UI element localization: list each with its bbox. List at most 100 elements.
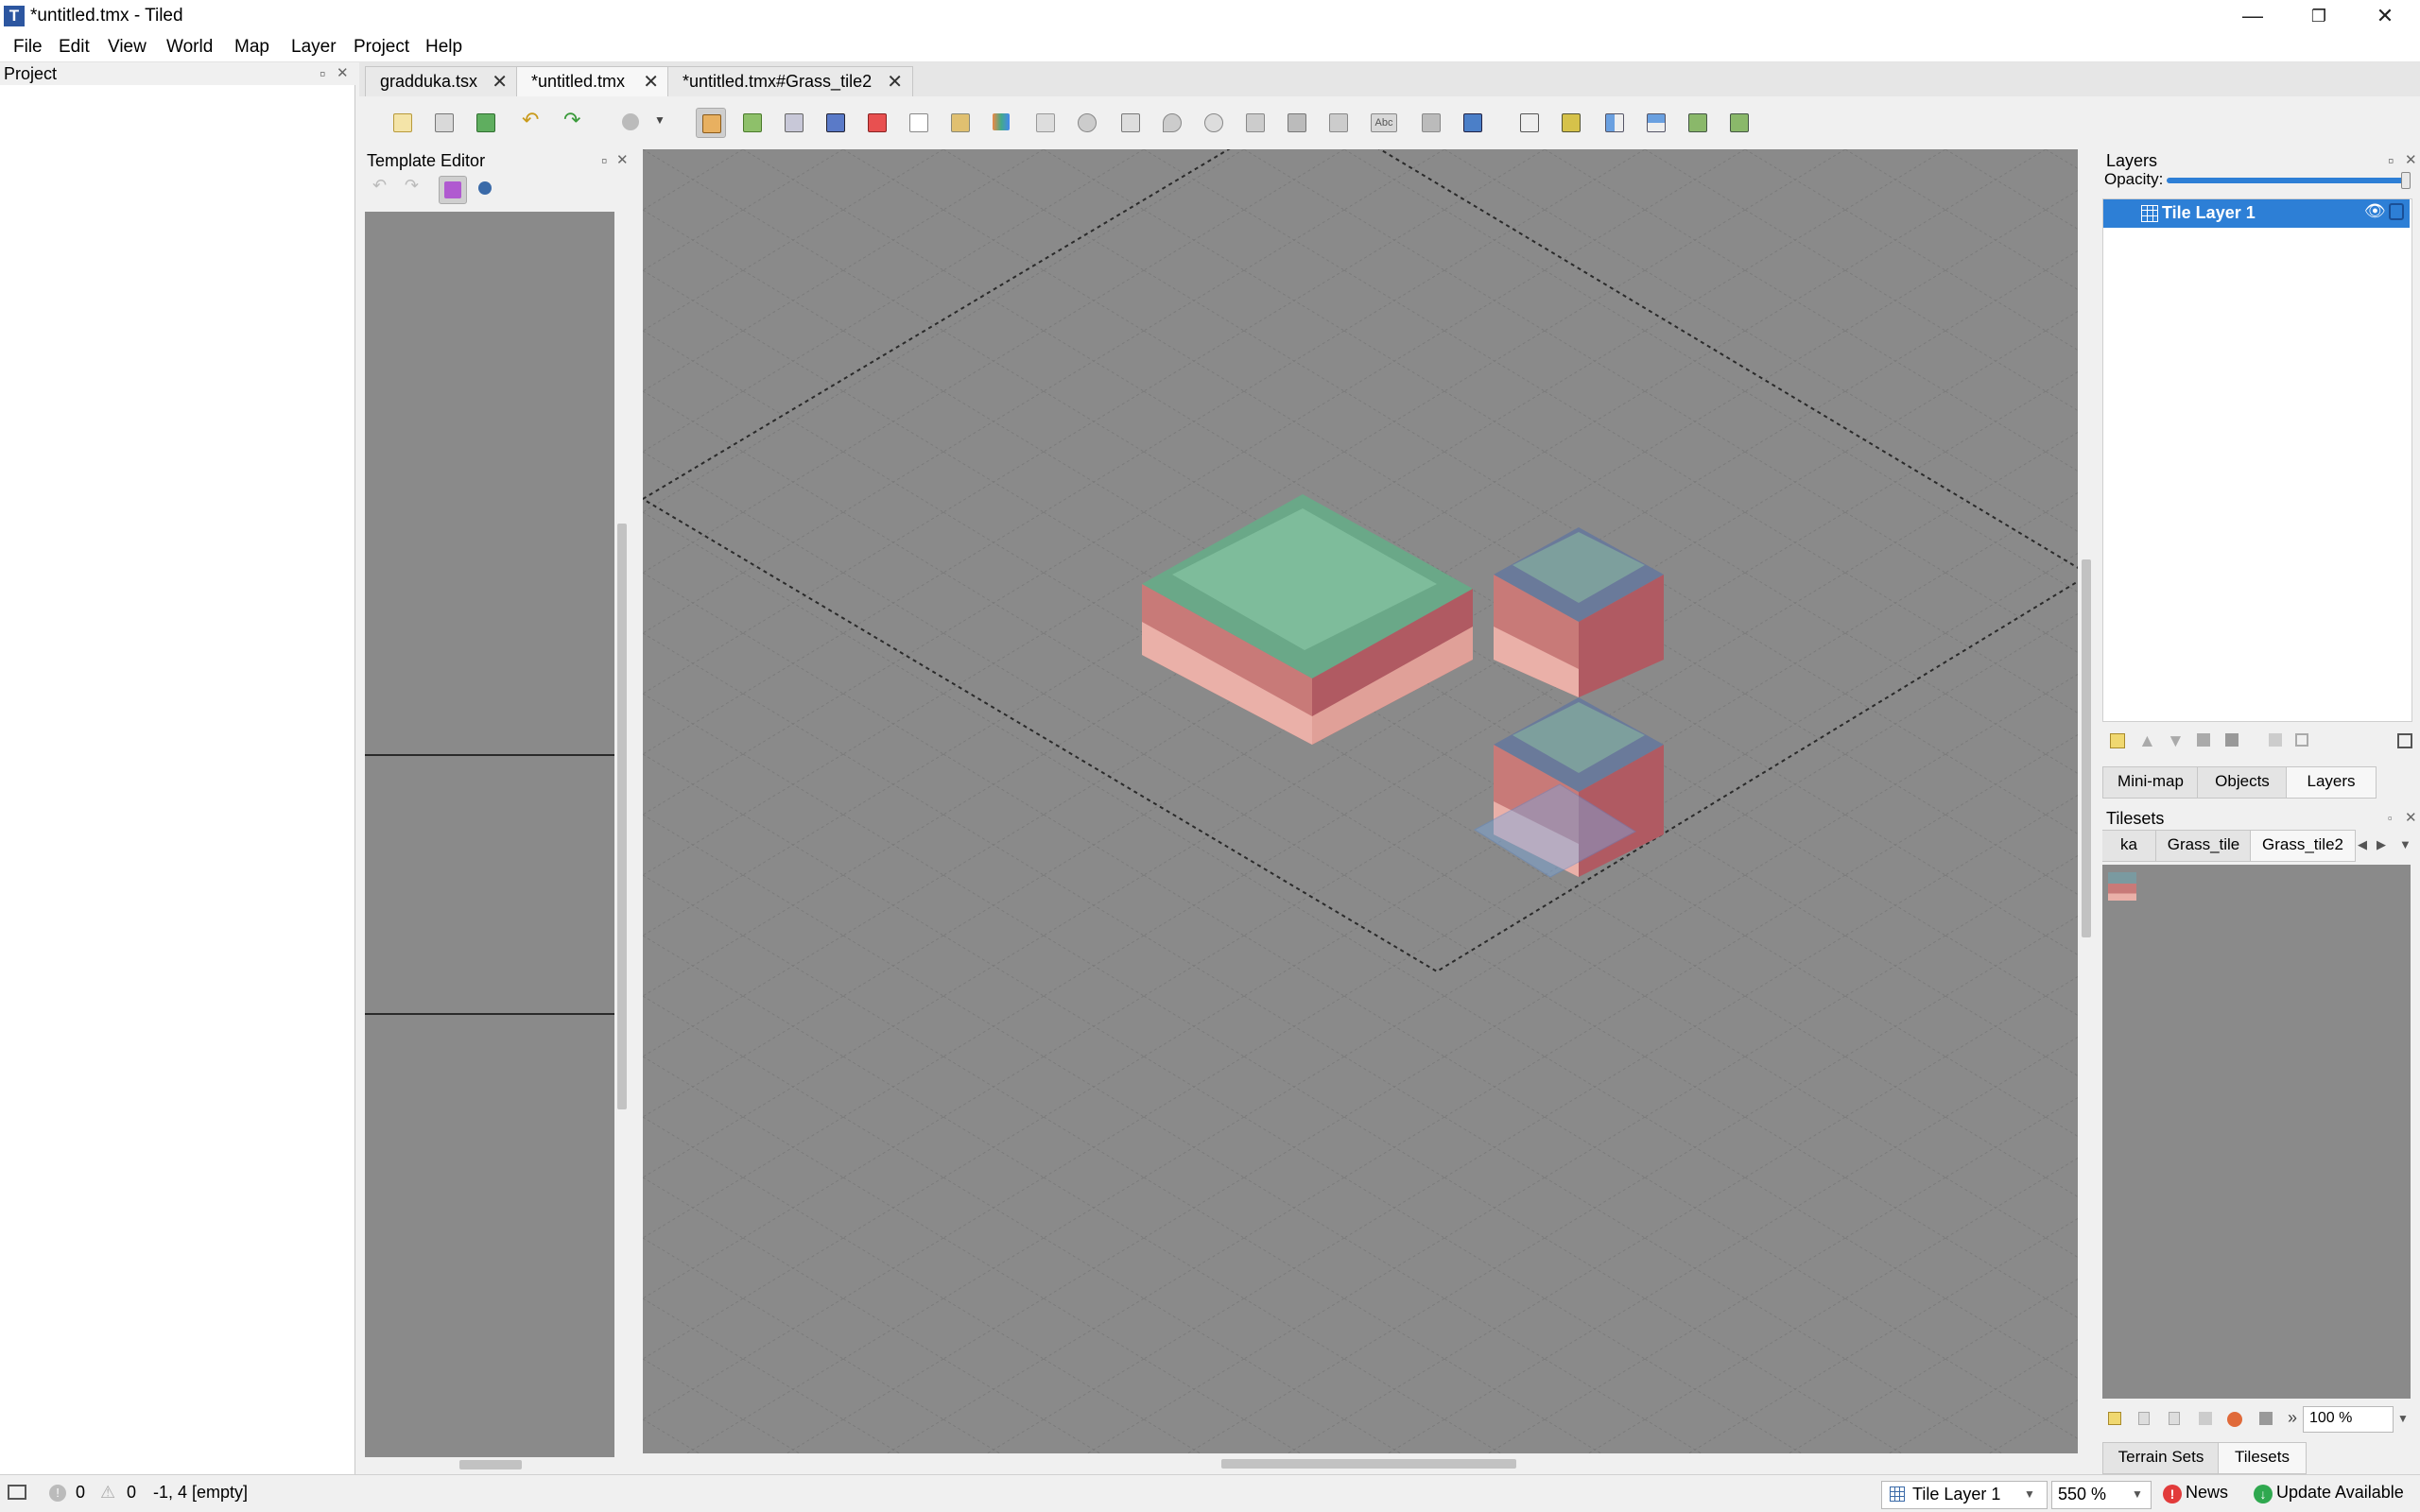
world-tool[interactable] [1556,108,1584,136]
rotate-left-button[interactable] [1683,108,1711,136]
shape-fill-tool[interactable] [862,108,890,136]
highlight-layer-icon[interactable] [2397,733,2412,748]
template-redo-icon[interactable]: ↷ [401,176,425,200]
scroll-thumb[interactable] [2082,559,2091,937]
tileset-tab-gradduka[interactable]: ka [2102,830,2156,862]
layer-row-tile-layer-1[interactable]: Tile Layer 1 👁 [2103,199,2410,228]
select-objects-tool[interactable] [1030,108,1059,136]
tileset-tab-grass-tile[interactable]: Grass_tile [2155,830,2252,862]
delete-layer-icon[interactable] [2225,733,2238,747]
delete-tileset-icon[interactable] [2259,1412,2273,1425]
update-available-link[interactable]: Update Available [2276,1483,2404,1503]
scroll-thumb[interactable] [459,1460,522,1469]
menu-map[interactable]: Map [234,37,269,58]
duplicate-layer-icon[interactable] [2197,733,2210,747]
error-icon[interactable]: ! [49,1485,66,1502]
tab-untitled-grass-tile2[interactable]: *untitled.tmx#Grass_tile2 ✕ [667,66,913,97]
template-vertical-scrollbar[interactable] [614,212,630,1457]
menu-edit[interactable]: Edit [59,37,90,58]
zoom-combo[interactable]: 550 % ▼ [2051,1481,2152,1509]
close-tab-icon[interactable]: ✕ [492,70,508,94]
new-tileset-icon[interactable] [2108,1412,2121,1425]
news-link[interactable]: News [2186,1483,2228,1503]
insert-tile-tool[interactable] [1282,108,1310,136]
opacity-slider-handle[interactable] [2401,172,2411,189]
rectangular-select-tool[interactable] [945,108,974,136]
scroll-tabs-right-icon[interactable]: ▶ [2377,837,2386,852]
menu-help[interactable]: Help [425,37,462,58]
wang-brush-tool[interactable] [779,108,807,136]
raise-layer-icon[interactable]: ▲ [2138,731,2156,752]
menu-layer[interactable]: Layer [291,37,337,58]
redo-button[interactable]: ↷ [560,108,588,136]
lock-layer-icon[interactable] [2295,733,2308,747]
scroll-tabs-left-icon[interactable]: ◀ [2358,837,2367,852]
undock-icon[interactable]: ▫ [2388,151,2394,171]
export-tileset-icon[interactable] [2169,1412,2180,1425]
undock-icon[interactable]: ▫ [601,151,607,171]
canvas-vertical-scrollbar[interactable] [2078,149,2095,1453]
layer-dropdown-icon[interactable]: ▼ [2024,1487,2035,1501]
zoom-dropdown-icon[interactable]: ▼ [2397,1412,2409,1425]
layer-list[interactable]: Tile Layer 1 👁 [2102,198,2412,722]
insert-ellipse-tool[interactable] [1199,108,1227,136]
console-icon[interactable] [8,1485,26,1500]
terrain-brush-tool[interactable] [737,108,766,136]
canvas-horizontal-scrollbar[interactable] [643,1453,2078,1474]
embed-tileset-icon[interactable] [2138,1412,2150,1425]
save-file-button[interactable] [471,108,499,136]
undock-icon[interactable]: ▫ [2388,811,2393,825]
tab-tilesets[interactable]: Tilesets [2218,1442,2307,1474]
edit-tileset-icon[interactable] [2227,1412,2242,1427]
lower-layer-icon[interactable]: ▼ [2167,731,2185,752]
flip-vertical-button[interactable] [1641,108,1669,136]
menu-view[interactable]: View [108,37,147,58]
wang-fill-mode-button[interactable] [1458,108,1486,136]
opacity-slider[interactable] [2167,172,2411,189]
tileset-tab-grass-tile2[interactable]: Grass_tile2 [2250,830,2356,862]
more-tools-icon[interactable]: » [2288,1408,2297,1428]
open-file-button[interactable] [429,108,458,136]
close-panel-icon[interactable]: ✕ [2405,151,2417,168]
new-layer-icon[interactable] [2110,733,2125,748]
eraser-tool[interactable] [904,108,932,136]
scroll-thumb[interactable] [617,524,627,1109]
template-select-objects-icon[interactable] [439,176,467,204]
new-file-button[interactable] [388,108,416,136]
visibility-eye-icon[interactable]: 👁 [2364,201,2386,221]
tileset-tile-thumbnail[interactable] [2108,872,2136,901]
insert-polygon-tool[interactable] [1240,108,1269,136]
layer-combo[interactable]: Tile Layer 1 ▼ [1881,1481,2048,1509]
random-mode-button[interactable] [1416,108,1444,136]
tab-terrain-sets[interactable]: Terrain Sets [2102,1442,2220,1474]
tab-mini-map[interactable]: Mini-map [2102,766,2199,799]
insert-point-tool[interactable] [1157,108,1185,136]
tileset-view[interactable] [2102,865,2411,1399]
command-button[interactable] [616,108,645,136]
close-window-button[interactable]: ✕ [2352,0,2418,32]
maximize-button[interactable]: ❐ [2286,0,2352,32]
close-panel-icon[interactable]: ✕ [337,64,349,81]
tileset-menu-dropdown-icon[interactable]: ▼ [2399,837,2411,851]
menu-project[interactable]: Project [354,37,409,58]
tileset-zoom-combo[interactable]: 100 % [2303,1406,2394,1433]
tab-layers[interactable]: Layers [2286,766,2377,799]
undock-icon[interactable]: ▫ [320,64,325,84]
magic-wand-tool[interactable] [987,108,1015,136]
command-dropdown-icon[interactable]: ▼ [652,108,667,136]
bucket-fill-tool[interactable] [821,108,849,136]
tab-gradduka-tsx[interactable]: gradduka.tsx ✕ [365,66,518,97]
tab-untitled-tmx[interactable]: *untitled.tmx ✕ [516,66,669,97]
tab-objects[interactable]: Objects [2197,766,2288,799]
menu-world[interactable]: World [166,37,213,58]
close-tab-icon[interactable]: ✕ [887,70,903,94]
minimize-button[interactable]: — [2220,0,2286,32]
replace-tileset-icon[interactable] [2199,1412,2212,1425]
zoom-dropdown-icon[interactable]: ▼ [2132,1487,2143,1501]
template-undo-icon[interactable]: ↶ [369,176,393,200]
scroll-thumb[interactable] [1221,1459,1516,1469]
close-panel-icon[interactable]: ✕ [2405,809,2417,826]
insert-template-tool[interactable] [1323,108,1352,136]
template-horizontal-scrollbar[interactable] [365,1457,614,1472]
close-panel-icon[interactable]: ✕ [616,151,629,168]
